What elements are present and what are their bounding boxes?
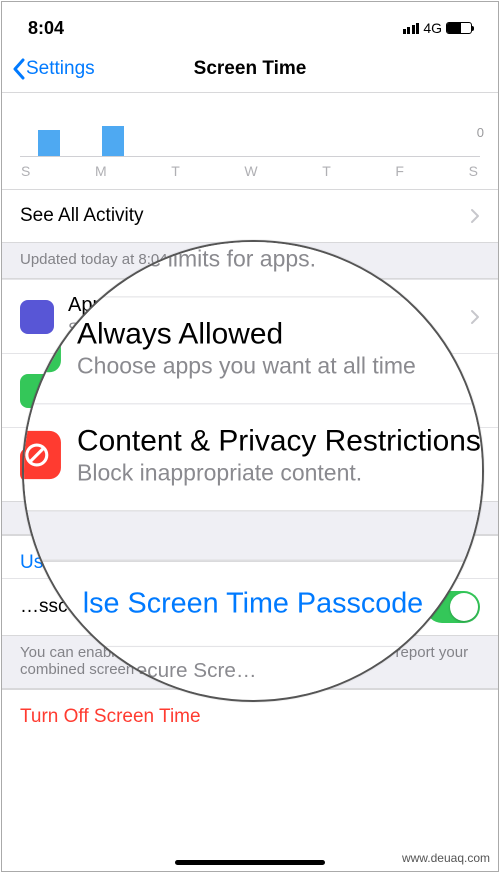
usage-chart: 0 xyxy=(20,99,480,157)
use-passcode-label-mag: lse Screen Time Passcode xyxy=(83,587,423,619)
app-limits-sub-mag: Set time limits for apps. xyxy=(77,247,316,273)
always-allowed-sub-mag: Choose apps you want at all time xyxy=(77,354,416,380)
nav-back-button[interactable]: Settings xyxy=(2,58,95,80)
turn-off-row[interactable]: Turn Off Screen Time xyxy=(2,689,498,744)
turn-off-label: Turn Off Screen Time xyxy=(20,706,201,727)
passcode-footer-partial: …sscode to secure Scre… xyxy=(22,646,484,694)
chevron-right-icon xyxy=(470,208,480,224)
chart-day: T xyxy=(171,163,181,179)
chart-day: T xyxy=(322,163,332,179)
home-indicator[interactable] xyxy=(175,860,325,865)
no-entry-icon xyxy=(22,431,61,479)
chart-bar xyxy=(102,126,124,156)
content-privacy-title-mag: Content & Privacy Restrictions xyxy=(77,423,481,459)
chart-day: M xyxy=(95,163,108,179)
hourglass-icon xyxy=(22,240,61,271)
network-label: 4G xyxy=(423,20,442,36)
nav-title: Screen Time xyxy=(194,58,307,80)
status-bar: 8:04 4G xyxy=(2,2,498,46)
chart-day: S xyxy=(469,163,479,179)
magnifier-overlay: …Limits Set time limits for apps. Always… xyxy=(22,240,484,702)
chart-day: W xyxy=(244,163,258,179)
check-badge-icon xyxy=(22,324,61,372)
battery-icon xyxy=(446,22,472,34)
use-passcode-row-mag[interactable]: lse Screen Time Passcode xyxy=(22,561,484,646)
section-gap-mag xyxy=(22,510,484,561)
always-allowed-title-mag: Always Allowed xyxy=(77,316,416,352)
watermark: www.deuaq.com xyxy=(402,851,490,865)
cellular-signal-icon xyxy=(403,23,420,34)
usage-chart-card: 0 S M T W T F S xyxy=(2,92,498,189)
status-right: 4G xyxy=(403,20,472,36)
nav-bar: Settings Screen Time xyxy=(2,46,498,92)
chart-bar xyxy=(38,130,60,156)
see-all-activity-label: See All Activity xyxy=(20,205,144,227)
nav-back-label: Settings xyxy=(26,58,95,80)
chevron-left-icon xyxy=(12,58,26,80)
phone-frame: 8:04 4G Settings Screen Time 0 S xyxy=(1,1,499,872)
chart-day-axis: S M T W T F S xyxy=(20,157,480,179)
content-privacy-sub-mag: Block inappropriate content. xyxy=(77,461,481,487)
status-time: 8:04 xyxy=(28,18,64,39)
always-allowed-row-mag[interactable]: Always Allowed Choose apps you want at a… xyxy=(22,296,484,403)
app-limits-row-mag[interactable]: …Limits Set time limits for apps. xyxy=(22,240,484,296)
chart-day: F xyxy=(395,163,405,179)
content-privacy-row-mag[interactable]: Content & Privacy Restrictions Block ina… xyxy=(22,403,484,510)
see-all-activity-row[interactable]: See All Activity xyxy=(2,189,498,242)
chart-day: S xyxy=(21,163,31,179)
chart-zero-label: 0 xyxy=(477,125,484,140)
